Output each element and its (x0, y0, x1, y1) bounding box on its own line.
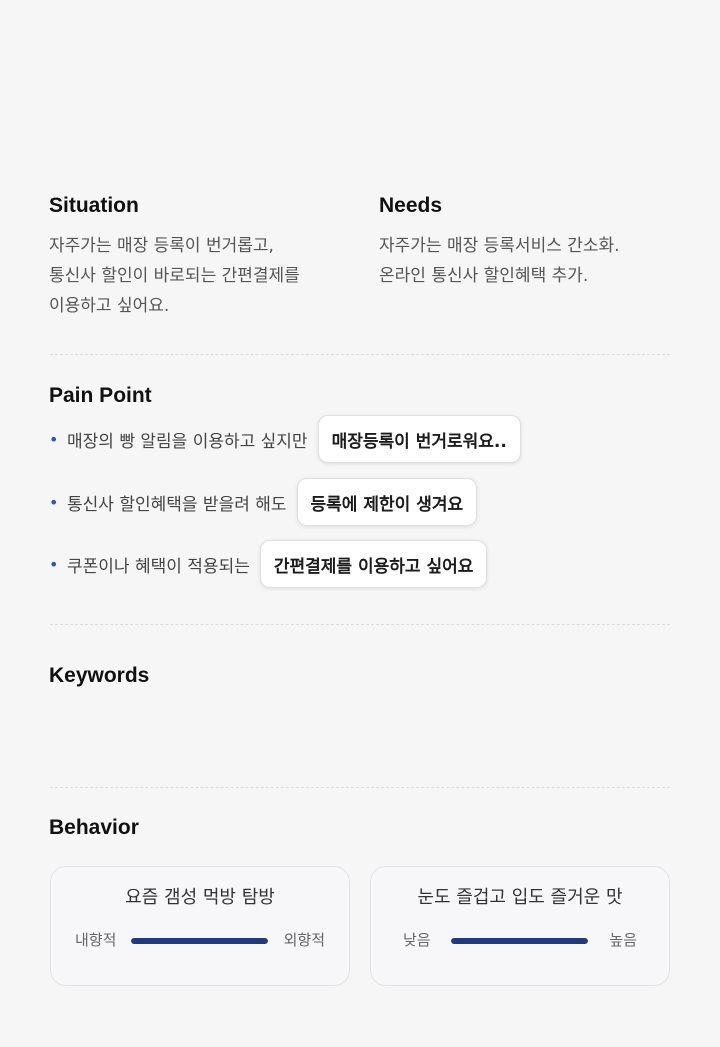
bullet-icon: • (49, 429, 59, 449)
pain-point-text: 쿠폰이나 혜택이 적용되는 (67, 556, 250, 577)
pain-point-item: • 통신사 할인혜택을 받을려 해도 등록에 제한이 생겨요 (49, 478, 478, 526)
situation-title: Situation (49, 194, 139, 217)
pain-point-title: Pain Point (49, 384, 152, 407)
needs-line: 온라인 통신사 할인혜택 추가. (379, 266, 589, 286)
pain-point-item: • 매장의 빵 알림을 이용하고 싶지만 매장등록이 번거로워요.. (49, 415, 521, 463)
scale-right-label: 높음 (609, 931, 637, 949)
behavior-scale-fill (131, 938, 268, 944)
divider (50, 787, 670, 788)
behavior-card: 눈도 즐겁고 입도 즐거운 맛 낮음 높음 (370, 866, 670, 986)
behavior-card: 요즘 갬성 먹방 탐방 내향적 외향적 (50, 866, 350, 986)
pain-point-text: 매장의 빵 알림을 이용하고 싶지만 (67, 431, 308, 452)
behavior-card-title: 요즘 갬성 먹방 탐방 (125, 887, 275, 908)
bullet-icon: • (49, 554, 59, 574)
needs-title: Needs (379, 194, 443, 217)
pain-point-text: 통신사 할인혜택을 받을려 해도 (67, 494, 287, 515)
needs-text: 자주가는 매장 등록서비스 간소화. 온라인 통신사 할인혜택 추가. (379, 231, 620, 291)
scale-right-label: 외향적 (283, 931, 325, 949)
situation-line: 이용하고 싶어요. (49, 296, 170, 316)
scale-left-label: 내향적 (75, 931, 117, 949)
pain-point-chip: 등록에 제한이 생겨요 (296, 478, 478, 526)
behavior-scale-fill (451, 938, 588, 944)
situation-text: 자주가는 매장 등록이 번거롭고, 통신사 할인이 바로되는 간편결제를 이용하… (49, 231, 300, 321)
pain-point-chip: 간편결제를 이용하고 싶어요 (259, 540, 488, 588)
behavior-card-title: 눈도 즐겁고 입도 즐거운 맛 (417, 887, 623, 908)
behavior-title: Behavior (49, 816, 139, 839)
pain-point-chip: 매장등록이 번거로워요.. (317, 415, 521, 463)
keywords-title: Keywords (49, 664, 150, 687)
bullet-icon: • (49, 492, 59, 512)
persona-page: Situation 자주가는 매장 등록이 번거롭고, 통신사 할인이 바로되는… (0, 0, 720, 1047)
situation-line: 자주가는 매장 등록이 번거롭고, (49, 236, 274, 256)
behavior-scale-bar (451, 938, 588, 944)
needs-line: 자주가는 매장 등록서비스 간소화. (379, 236, 620, 256)
divider (50, 354, 670, 355)
situation-line: 통신사 할인이 바로되는 간편결제를 (49, 266, 300, 286)
pain-point-item: • 쿠폰이나 혜택이 적용되는 간편결제를 이용하고 싶어요 (49, 540, 488, 588)
divider (50, 624, 670, 625)
scale-left-label: 낮음 (403, 931, 431, 949)
behavior-scale-bar (131, 938, 268, 944)
